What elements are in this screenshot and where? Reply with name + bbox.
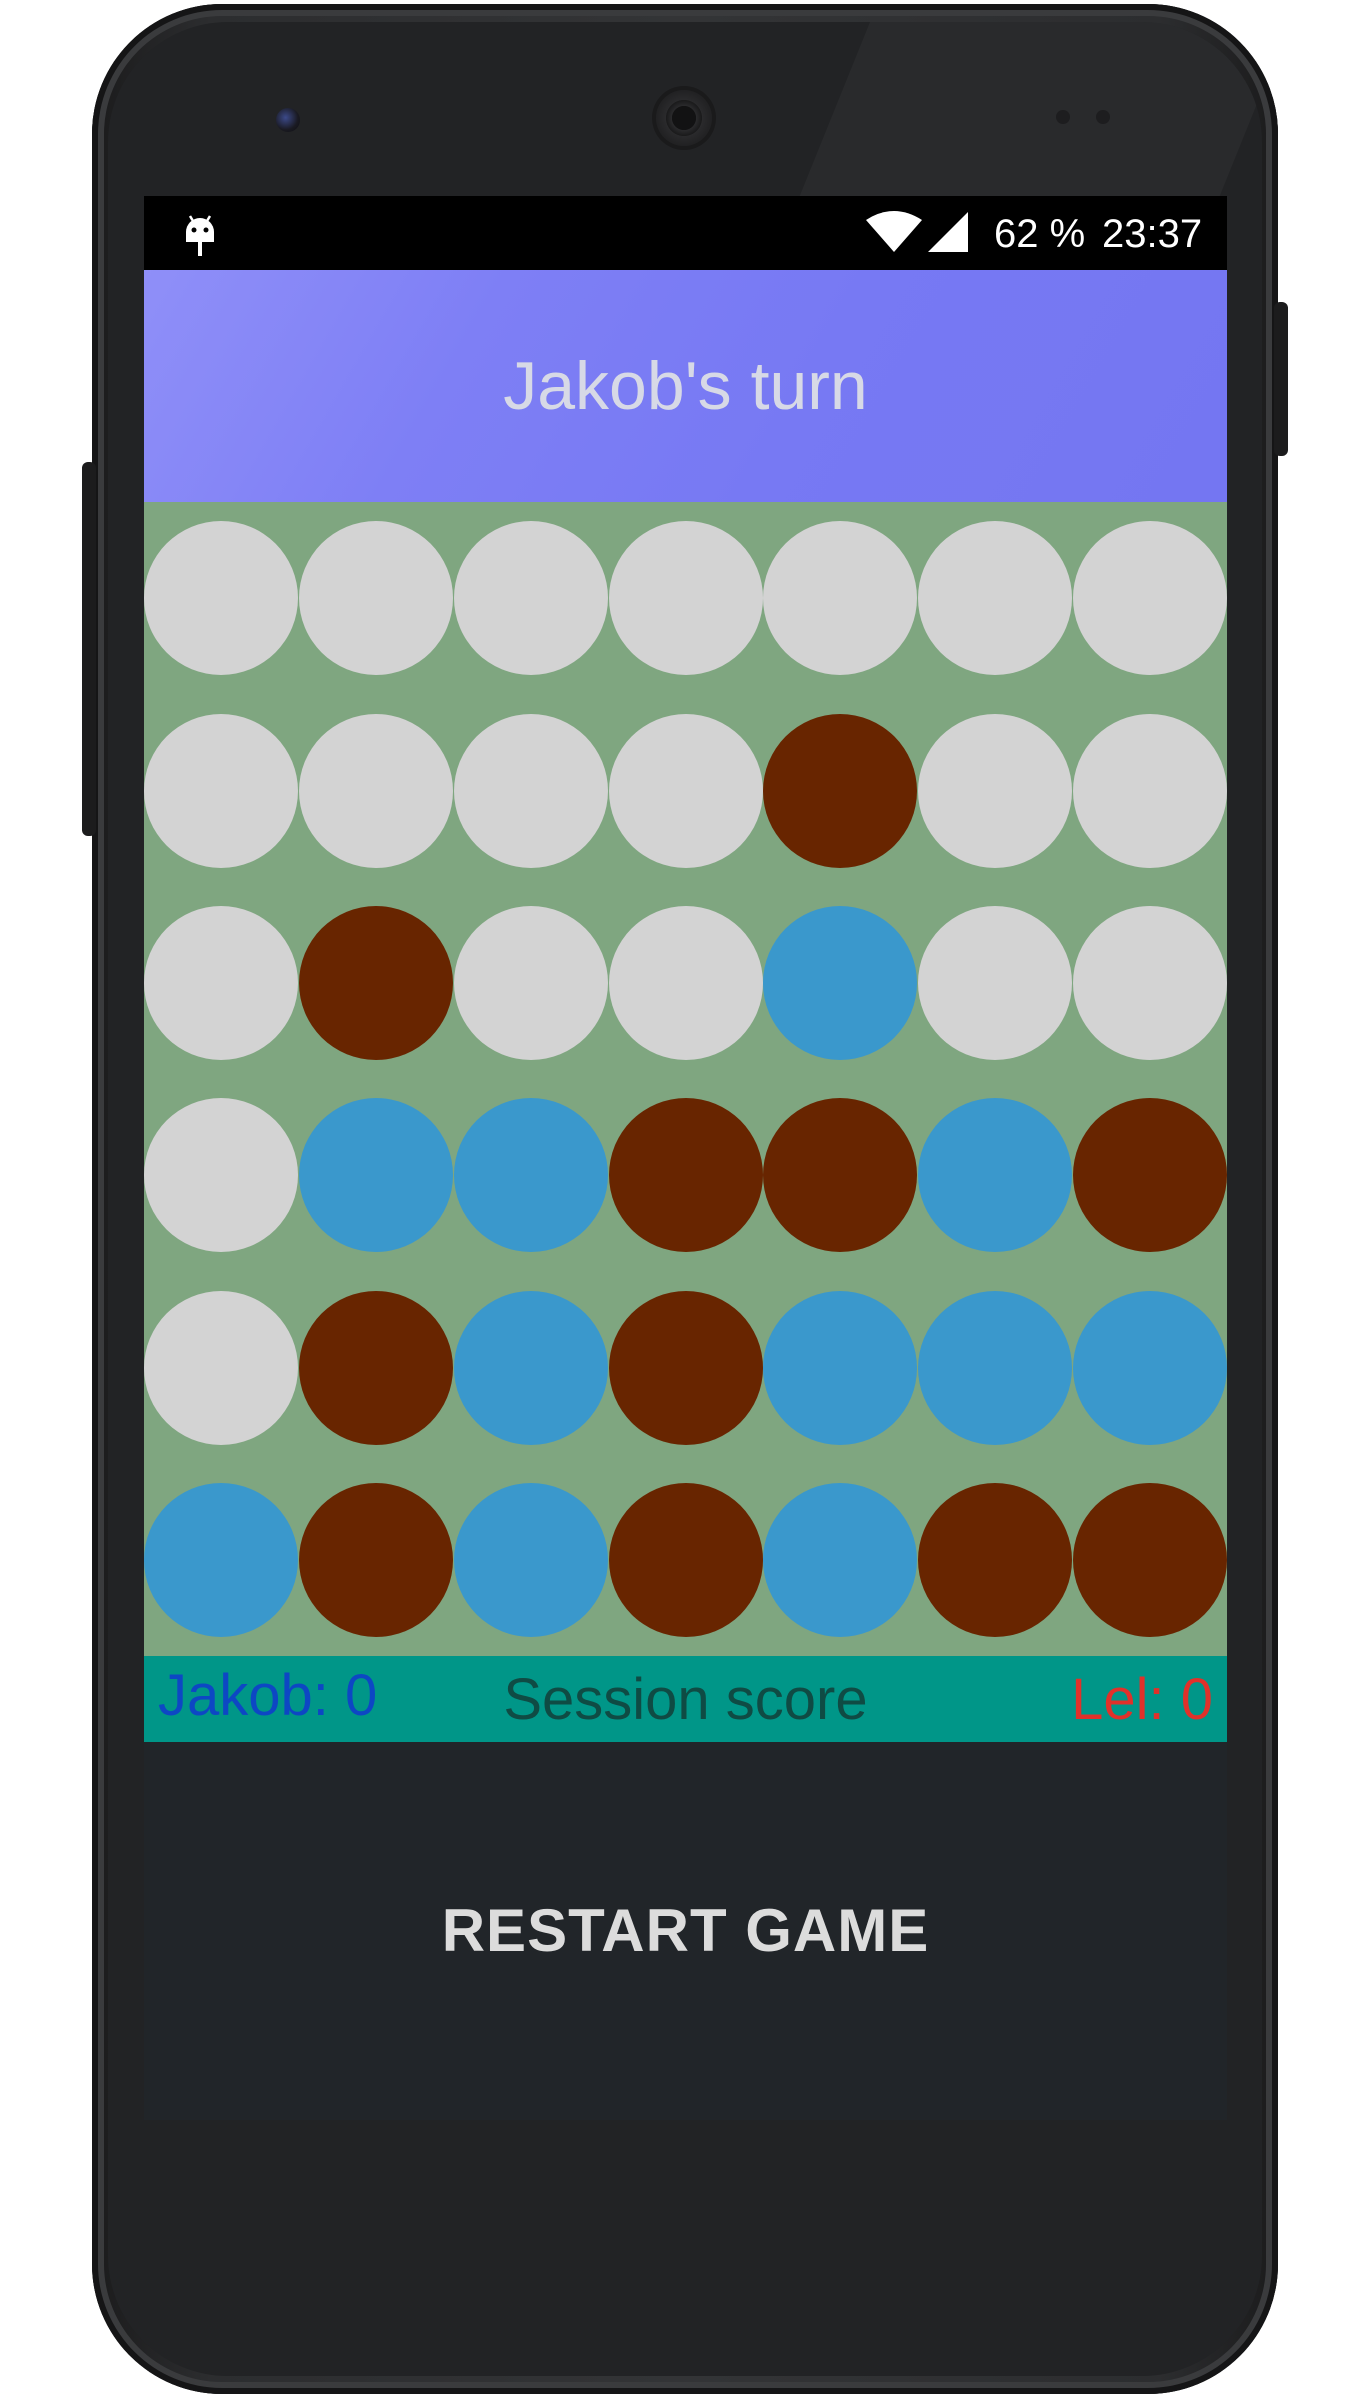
- board-cell-player2[interactable]: [299, 1290, 454, 1445]
- board-cell-empty[interactable]: [917, 521, 1072, 676]
- board-cell-player1[interactable]: [453, 1482, 608, 1637]
- board-cell-empty[interactable]: [917, 905, 1072, 1060]
- board-cell-empty[interactable]: [144, 905, 299, 1060]
- board-cell-empty[interactable]: [299, 713, 454, 868]
- wifi-icon: [866, 211, 922, 252]
- board-cell-empty[interactable]: [144, 1098, 299, 1253]
- front-camera: [276, 108, 300, 132]
- android-debug-icon: [186, 215, 214, 256]
- board-cell-empty[interactable]: [453, 713, 608, 868]
- board-cell-player1[interactable]: [763, 905, 918, 1060]
- board-cell-player2[interactable]: [299, 905, 454, 1060]
- app-screen: 62 % 23:37 Jakob's turn Jakob: 0 Session…: [144, 196, 1227, 2120]
- board-cell-player1[interactable]: [763, 1482, 918, 1637]
- board-cell-empty[interactable]: [608, 521, 763, 676]
- board-cell-player1[interactable]: [917, 1290, 1072, 1445]
- board-cell-empty[interactable]: [144, 521, 299, 676]
- restart-game-button[interactable]: RESTART GAME: [144, 1742, 1227, 2120]
- clock: 23:37: [1102, 212, 1203, 256]
- power-button: [1274, 302, 1288, 456]
- board-cell-player1[interactable]: [299, 1098, 454, 1253]
- board-cell-player2[interactable]: [1072, 1482, 1227, 1637]
- restart-game-label: RESTART GAME: [441, 1897, 930, 1964]
- board-cell-empty[interactable]: [763, 521, 918, 676]
- player2-score: Lel: 0: [1071, 1667, 1213, 1732]
- game-board: [144, 502, 1227, 1656]
- board-cell-player1[interactable]: [917, 1098, 1072, 1253]
- earpiece-speaker: [656, 90, 712, 146]
- board-cell-empty[interactable]: [608, 713, 763, 868]
- board-cell-player2[interactable]: [299, 1482, 454, 1637]
- board-cell-empty[interactable]: [917, 713, 1072, 868]
- light-sensor: [1096, 110, 1110, 124]
- board-cell-empty[interactable]: [144, 713, 299, 868]
- turn-indicator: Jakob's turn: [503, 348, 868, 424]
- board-cell-player2[interactable]: [1072, 1098, 1227, 1253]
- board-cell-empty[interactable]: [608, 905, 763, 1060]
- board-cell-player1[interactable]: [144, 1482, 299, 1637]
- volume-button: [82, 462, 96, 836]
- board-cell-player1[interactable]: [453, 1098, 608, 1253]
- board-cell-empty[interactable]: [144, 1290, 299, 1445]
- board-cell-player2[interactable]: [763, 713, 918, 868]
- board-cell-player1[interactable]: [763, 1290, 918, 1445]
- board-cell-player1[interactable]: [1072, 1290, 1227, 1445]
- board-cell-player2[interactable]: [608, 1482, 763, 1637]
- board-cell-empty[interactable]: [453, 521, 608, 676]
- proximity-sensor: [1056, 110, 1070, 124]
- board-cell-empty[interactable]: [1072, 905, 1227, 1060]
- battery-level: 62 %: [994, 212, 1086, 256]
- board-cell-player2[interactable]: [608, 1290, 763, 1445]
- board-cell-player2[interactable]: [763, 1098, 918, 1253]
- board-cell-player1[interactable]: [453, 1290, 608, 1445]
- board-cell-player2[interactable]: [608, 1098, 763, 1253]
- board-cell-empty[interactable]: [299, 521, 454, 676]
- signal-icon: [928, 212, 968, 252]
- session-score-title: Session score: [503, 1667, 868, 1732]
- board-cell-player2[interactable]: [917, 1482, 1072, 1637]
- board-cell-empty[interactable]: [1072, 713, 1227, 868]
- status-bar: 62 % 23:37: [144, 196, 1227, 270]
- board-cell-empty[interactable]: [1072, 521, 1227, 676]
- board-cell-empty[interactable]: [453, 905, 608, 1060]
